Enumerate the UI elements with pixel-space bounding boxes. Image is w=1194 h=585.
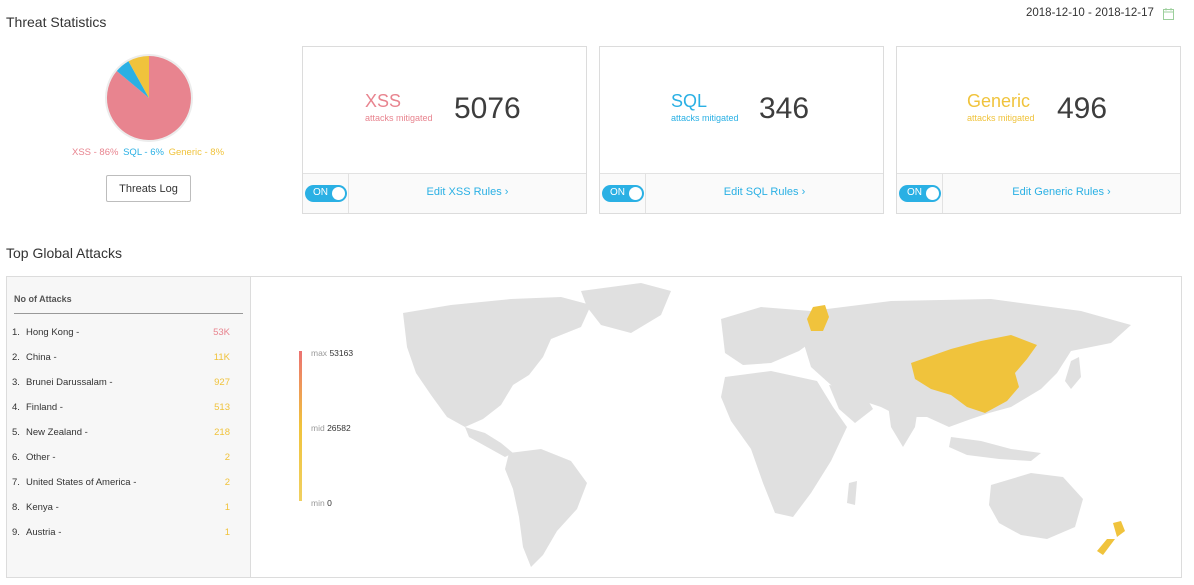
card-footer: ON Edit Generic Rules › bbox=[897, 173, 1180, 213]
sql-toggle[interactable]: ON bbox=[602, 185, 644, 202]
list-country: Austria - bbox=[26, 527, 62, 538]
region-madagascar bbox=[847, 481, 857, 505]
pie-legend: XSS - 86% SQL - 6% Generic - 8% bbox=[0, 147, 296, 158]
region-north-america bbox=[403, 297, 591, 427]
region-australia bbox=[989, 473, 1083, 539]
region-central-america bbox=[465, 427, 513, 457]
toggle-knob bbox=[629, 187, 642, 200]
region-sea-islands bbox=[949, 437, 1041, 461]
world-map bbox=[403, 283, 1131, 567]
card-sub-label: attacks mitigated bbox=[967, 113, 1035, 123]
region-india bbox=[887, 397, 919, 447]
list-value: 1 bbox=[224, 502, 230, 513]
threat-statistics-title: Threat Statistics bbox=[6, 14, 107, 30]
list-item: 4. Finland - 513 bbox=[12, 402, 230, 416]
list-item: 6. Other - 2 bbox=[12, 452, 230, 466]
card-count: 5076 bbox=[454, 92, 521, 125]
list-item: 5. New Zealand - 218 bbox=[12, 427, 230, 441]
list-value: 927 bbox=[214, 377, 230, 388]
list-value: 1 bbox=[224, 527, 230, 538]
generic-card: Generic attacks mitigated 496 ON Edit Ge… bbox=[896, 46, 1181, 214]
card-footer: ON Edit XSS Rules › bbox=[303, 173, 586, 213]
region-greenland bbox=[581, 283, 671, 333]
toggle-knob bbox=[332, 187, 345, 200]
list-rank: 8. bbox=[12, 502, 20, 513]
list-country: New Zealand - bbox=[26, 427, 88, 438]
list-item: 2. China - 11K bbox=[12, 352, 230, 366]
edit-generic-rules-link[interactable]: Edit Generic Rules › bbox=[943, 186, 1180, 198]
list-rank: 3. bbox=[12, 377, 20, 388]
toggle-label: ON bbox=[610, 187, 625, 198]
list-rank: 1. bbox=[12, 327, 20, 338]
toggle-label: ON bbox=[907, 187, 922, 198]
list-item: 9. Austria - 1 bbox=[12, 527, 230, 541]
card-sub-label: attacks mitigated bbox=[365, 113, 433, 123]
toggle-label: ON bbox=[313, 187, 328, 198]
list-value: 218 bbox=[214, 427, 230, 438]
card-count: 496 bbox=[1057, 92, 1108, 125]
region-south-america bbox=[505, 449, 587, 567]
list-value: 513 bbox=[214, 402, 230, 413]
region-japan bbox=[1065, 357, 1081, 389]
region-new-zealand-highlight bbox=[1097, 521, 1125, 555]
list-rank: 5. bbox=[12, 427, 20, 438]
list-country: United States of America - bbox=[26, 477, 137, 488]
card-footer: ON Edit SQL Rules › bbox=[600, 173, 883, 213]
xss-card: XSS attacks mitigated 5076 ON Edit XSS R… bbox=[302, 46, 587, 214]
world-map-area: max 53163 mid 26582 min 0 bbox=[251, 277, 1181, 577]
edit-xss-rules-link[interactable]: Edit XSS Rules › bbox=[349, 186, 586, 198]
card-type-label: SQL bbox=[671, 91, 708, 111]
list-country: Hong Kong - bbox=[26, 327, 80, 338]
list-country: Kenya - bbox=[26, 502, 59, 513]
list-country: Brunei Darussalam - bbox=[26, 377, 113, 388]
list-value: 53K bbox=[213, 327, 230, 338]
xss-toggle[interactable]: ON bbox=[305, 185, 347, 202]
toggle-knob bbox=[926, 187, 939, 200]
card-sub-label: attacks mitigated bbox=[671, 113, 739, 123]
sql-card: SQL attacks mitigated 346 ON Edit SQL Ru… bbox=[599, 46, 884, 214]
date-range-picker[interactable]: 2018-12-10 - 2018-12-17 bbox=[1026, 7, 1158, 23]
legend-xss: XSS - 86% bbox=[71, 147, 119, 158]
threats-log-button[interactable]: Threats Log bbox=[106, 175, 191, 202]
attack-list: No of Attacks 1. Hong Kong - 53K 2. Chin… bbox=[7, 277, 251, 577]
list-value: 11K bbox=[213, 352, 230, 363]
card-type-label: Generic bbox=[967, 91, 1031, 111]
list-country: China - bbox=[26, 352, 57, 363]
region-africa bbox=[721, 371, 847, 517]
list-item: 7. United States of America - 2 bbox=[12, 477, 230, 491]
legend-generic: Generic - 8% bbox=[168, 147, 225, 158]
list-item: 8. Kenya - 1 bbox=[12, 502, 230, 516]
card-type-label: XSS bbox=[365, 91, 402, 111]
calendar-icon[interactable] bbox=[1163, 8, 1174, 20]
list-rank: 7. bbox=[12, 477, 20, 488]
list-country: Finland - bbox=[26, 402, 63, 413]
list-rank: 9. bbox=[12, 527, 20, 538]
attack-list-header: No of Attacks bbox=[14, 294, 243, 314]
card-count: 346 bbox=[759, 92, 810, 125]
list-country: Other - bbox=[26, 452, 56, 463]
list-rank: 6. bbox=[12, 452, 20, 463]
list-rank: 2. bbox=[12, 352, 20, 363]
list-rank: 4. bbox=[12, 402, 20, 413]
threat-pie-chart bbox=[104, 53, 194, 143]
list-item: 1. Hong Kong - 53K bbox=[12, 327, 230, 341]
list-value: 2 bbox=[224, 452, 230, 463]
global-attacks-panel: No of Attacks 1. Hong Kong - 53K 2. Chin… bbox=[6, 276, 1182, 578]
list-value: 2 bbox=[224, 477, 230, 488]
list-item: 3. Brunei Darussalam - 927 bbox=[12, 377, 230, 391]
legend-sql: SQL - 6% bbox=[123, 147, 164, 158]
edit-sql-rules-link[interactable]: Edit SQL Rules › bbox=[646, 186, 883, 198]
top-global-attacks-title: Top Global Attacks bbox=[6, 245, 122, 261]
generic-toggle[interactable]: ON bbox=[899, 185, 941, 202]
